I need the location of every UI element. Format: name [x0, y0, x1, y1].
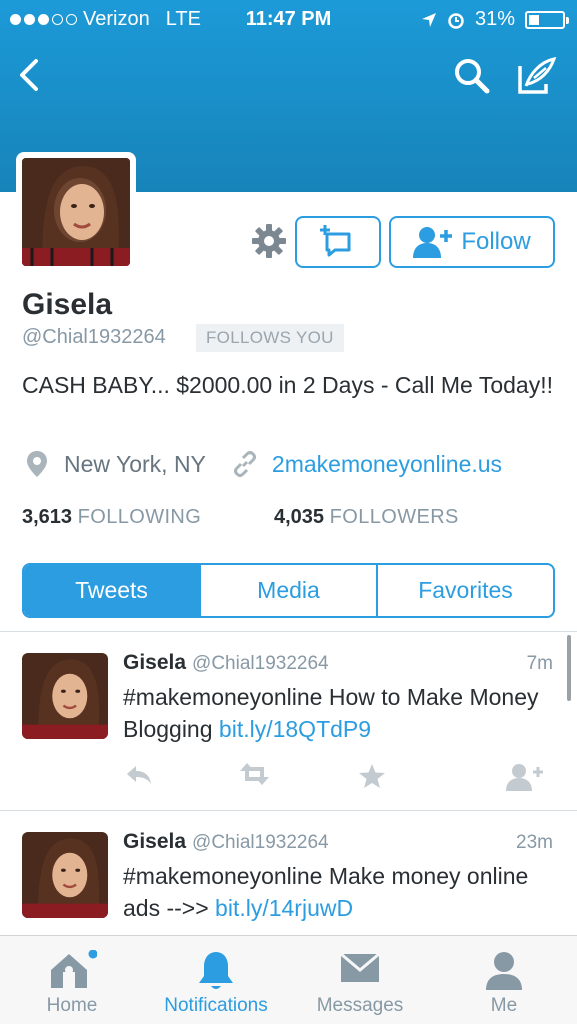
follow-label: Follow: [461, 228, 531, 255]
add-user-icon: [413, 227, 453, 258]
tab-media[interactable]: Media: [201, 565, 378, 616]
followers-count: 4,035: [274, 506, 325, 528]
reply-icon[interactable]: [124, 763, 154, 792]
search-icon[interactable]: [452, 56, 492, 96]
avatar-image: [22, 158, 130, 266]
person-icon: [486, 952, 522, 990]
follow-button[interactable]: Follow: [389, 216, 555, 268]
profile-bio: CASH BABY... $2000.00 in 2 Days - Call M…: [22, 372, 553, 398]
envelope-icon: [340, 952, 380, 982]
profile-handle: @Chial1932264: [22, 326, 166, 348]
profile-location: New York, NY: [64, 450, 206, 477]
following-stat[interactable]: 3,613 FOLLOWING: [22, 506, 274, 529]
battery-percent: 31%: [474, 8, 515, 30]
tab-favorites[interactable]: Favorites: [378, 565, 553, 616]
home-icon: [51, 950, 97, 988]
tweet-timestamp: 23m: [516, 832, 553, 853]
following-label: FOLLOWING: [77, 506, 202, 528]
tweet-avatar[interactable]: [22, 653, 108, 739]
back-chevron-icon[interactable]: [16, 58, 42, 92]
tweet-author-handle: @Chial1932264: [192, 832, 329, 853]
bottom-tab-bar: Home Notifications Messages Me: [0, 935, 577, 1024]
tabbar-home[interactable]: Home: [0, 936, 144, 1024]
tweet-avatar[interactable]: [22, 832, 108, 918]
tweet-author-name: Gisela: [123, 651, 187, 674]
following-count: 3,613: [22, 506, 73, 528]
tabbar-home-label: Home: [46, 995, 98, 1016]
tabbar-messages[interactable]: Messages: [288, 936, 432, 1024]
link-icon: [233, 451, 256, 477]
tabbar-messages-label: Messages: [316, 995, 404, 1016]
profile-tabs: Tweets Media Favorites: [22, 563, 555, 618]
tabbar-notifications[interactable]: Notifications: [144, 936, 288, 1024]
tweet-text: #makemoneyonline Make money online ads -…: [123, 860, 563, 924]
profile-url-link[interactable]: 2makemoneyonline.us: [272, 451, 502, 478]
followers-label: FOLLOWERS: [329, 506, 459, 528]
scrollbar[interactable]: [567, 635, 571, 701]
direct-message-button[interactable]: [295, 216, 381, 268]
tweet-timestamp: 7m: [526, 653, 553, 674]
follow-stats: 3,613 FOLLOWING 4,035 FOLLOWERS: [22, 506, 459, 529]
alarm-icon: [448, 12, 464, 29]
tabbar-me[interactable]: Me: [432, 936, 576, 1024]
tabbar-notifications-label: Notifications: [164, 995, 268, 1016]
tweet-author-handle: @Chial1932264: [192, 653, 329, 674]
compose-tweet-icon[interactable]: [516, 56, 558, 96]
tweet-author-name: Gisela: [123, 830, 187, 853]
battery-level: [529, 14, 539, 25]
tweet-author[interactable]: Gisela @Chial1932264: [123, 830, 329, 854]
tweet-item[interactable]: Gisela @Chial1932264 23m #makemoneyonline…: [0, 810, 577, 935]
tabbar-me-label: Me: [490, 995, 518, 1016]
follows-you-badge: FOLLOWS YOU: [196, 324, 344, 352]
follow-author-icon[interactable]: [506, 763, 544, 796]
followers-stat[interactable]: 4,035 FOLLOWERS: [274, 506, 459, 529]
tweet-link[interactable]: bit.ly/18QTdP9: [219, 716, 371, 742]
direct-message-icon: [320, 225, 351, 257]
battery-icon: [525, 10, 569, 29]
profile-name: Gisela: [22, 288, 113, 321]
tweet-author[interactable]: Gisela @Chial1932264: [123, 651, 329, 675]
status-right: 31%: [421, 8, 569, 31]
tweet-item[interactable]: Gisela @Chial1932264 7m #makemoneyonline …: [0, 631, 577, 810]
tab-tweets[interactable]: Tweets: [24, 565, 201, 616]
tweet-link[interactable]: bit.ly/14rjuwD: [215, 895, 353, 921]
settings-gear-icon[interactable]: [250, 222, 288, 260]
status-bar: Verizon LTE 11:47 PM 31%: [0, 0, 577, 38]
bell-icon: [199, 952, 233, 989]
location-arrow-icon: [421, 12, 436, 27]
retweet-icon[interactable]: [238, 763, 274, 792]
location-pin-icon: [27, 451, 47, 477]
location-url-row: New York, NY 2makemoneyonline.us: [26, 450, 502, 478]
profile-avatar[interactable]: [16, 152, 136, 272]
favorite-star-icon[interactable]: [358, 763, 386, 794]
tweet-text: #makemoneyonline How to Make Money Blogg…: [123, 681, 563, 745]
